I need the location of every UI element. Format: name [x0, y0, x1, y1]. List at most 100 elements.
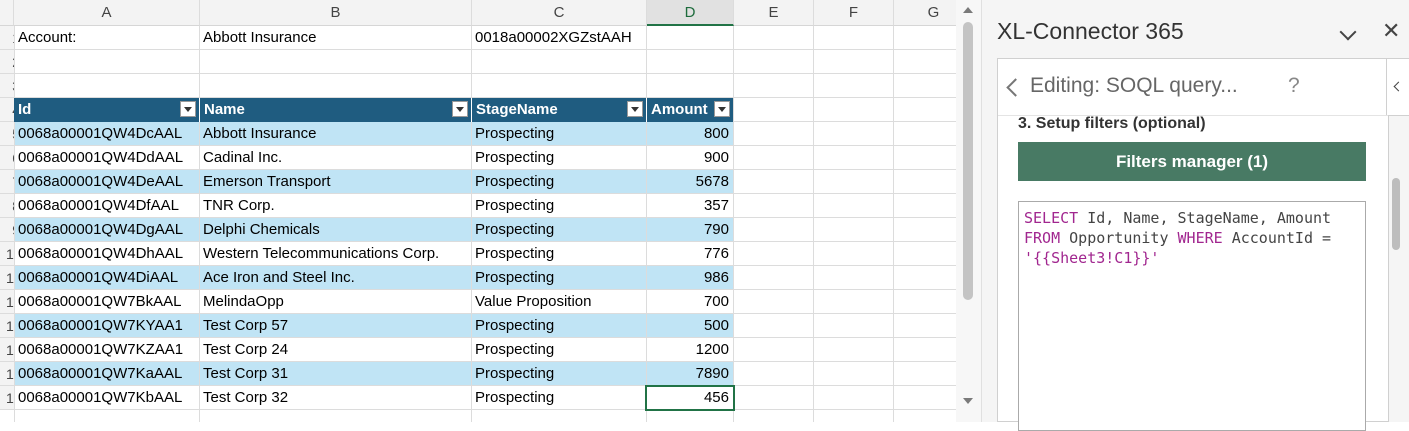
pane-options-chevron-icon[interactable]: [1339, 23, 1357, 41]
cell-amount[interactable]: 1200: [646, 338, 733, 362]
cell-stage[interactable]: Prospecting: [471, 218, 646, 242]
row-header-6[interactable]: 6: [0, 146, 14, 170]
cell-name[interactable]: Cadinal Inc.: [199, 146, 471, 170]
sheet-vertical-scrollbar[interactable]: [956, 0, 981, 422]
row-header-13[interactable]: 13: [0, 314, 14, 338]
cell-stage[interactable]: Prospecting: [471, 194, 646, 218]
spreadsheet-grid[interactable]: A B C D E F G 1 2 3 4 5 6 7 8 9 10 11 12…: [0, 0, 956, 422]
cell-a1-account-label[interactable]: Account:: [14, 26, 199, 50]
column-header-c[interactable]: C: [472, 0, 647, 26]
cell-id[interactable]: 0068a00001QW7KaAAL: [14, 362, 199, 386]
cell-amount[interactable]: 800: [646, 122, 733, 146]
row-header-9[interactable]: 9: [0, 218, 14, 242]
cell-stage[interactable]: Prospecting: [471, 314, 646, 338]
cell-name[interactable]: Test Corp 32: [199, 386, 471, 410]
cell-stage[interactable]: Prospecting: [471, 266, 646, 290]
cell-name[interactable]: Test Corp 31: [199, 362, 471, 386]
row-header-10[interactable]: 10: [0, 242, 14, 266]
row-header-4[interactable]: 4: [0, 98, 14, 122]
row-header-1[interactable]: 1: [0, 26, 14, 50]
table-header-name[interactable]: Name: [199, 98, 471, 122]
cell-id[interactable]: 0068a00001QW7KbAAL: [14, 386, 199, 410]
scrollbar-thumb[interactable]: [963, 22, 973, 300]
table-header-stagename[interactable]: StageName: [471, 98, 646, 122]
cell-name[interactable]: TNR Corp.: [199, 194, 471, 218]
cell-name[interactable]: MelindaOpp: [199, 290, 471, 314]
row-header-3[interactable]: 3: [0, 74, 14, 98]
query-condition: AccountId =: [1222, 229, 1332, 247]
cell-id[interactable]: 0068a00001QW4DhAAL: [14, 242, 199, 266]
cell-amount[interactable]: 5678: [646, 170, 733, 194]
cell-id[interactable]: 0068a00001QW4DdAAL: [14, 146, 199, 170]
row-header-8[interactable]: 8: [0, 194, 14, 218]
cell-stage[interactable]: Prospecting: [471, 170, 646, 194]
row-header-2[interactable]: 2: [0, 50, 14, 74]
cell-name[interactable]: Test Corp 24: [199, 338, 471, 362]
row-header-11[interactable]: 11: [0, 266, 14, 290]
cell-id[interactable]: 0068a00001QW7BkAAL: [14, 290, 199, 314]
column-header-d[interactable]: D: [647, 0, 734, 26]
editing-title: Editing: SOQL query...: [1030, 74, 1238, 97]
cell-amount[interactable]: 500: [646, 314, 733, 338]
cell-b1-account-name[interactable]: Abbott Insurance: [199, 26, 471, 50]
cell-name[interactable]: Delphi Chemicals: [199, 218, 471, 242]
cell-stage[interactable]: Value Proposition: [471, 290, 646, 314]
column-header-b[interactable]: B: [200, 0, 472, 26]
table-header-id[interactable]: Id: [14, 98, 199, 122]
close-icon[interactable]: ✕: [1382, 20, 1400, 42]
column-header-a[interactable]: A: [14, 0, 200, 26]
cell-stage[interactable]: Prospecting: [471, 338, 646, 362]
header-label: Name: [204, 101, 245, 118]
pane-scrollbar-thumb[interactable]: [1392, 178, 1400, 250]
cell-amount[interactable]: 357: [646, 194, 733, 218]
row-header-5[interactable]: 5: [0, 122, 14, 146]
row-header-7[interactable]: 7: [0, 170, 14, 194]
cell-stage[interactable]: Prospecting: [471, 122, 646, 146]
row-header-16[interactable]: 16: [0, 386, 14, 410]
cell-id[interactable]: 0068a00001QW7KZAA1: [14, 338, 199, 362]
cell-name[interactable]: Ace Iron and Steel Inc.: [199, 266, 471, 290]
cell-id[interactable]: 0068a00001QW4DgAAL: [14, 218, 199, 242]
scroll-down-arrow-icon[interactable]: [963, 398, 973, 404]
keyword-where: WHERE: [1177, 229, 1223, 247]
cell-stage[interactable]: Prospecting: [471, 386, 646, 410]
cell-name[interactable]: Emerson Transport: [199, 170, 471, 194]
table-header-amount[interactable]: Amount: [646, 98, 733, 122]
collapse-panel-chevron-icon[interactable]: [1386, 58, 1409, 116]
row-header-12[interactable]: 12: [0, 290, 14, 314]
filter-dropdown-icon[interactable]: [714, 101, 730, 117]
cell-stage[interactable]: Prospecting: [471, 362, 646, 386]
column-header-e[interactable]: E: [734, 0, 814, 26]
cell-id[interactable]: 0068a00001QW4DcAAL: [14, 122, 199, 146]
column-header-corner[interactable]: [0, 0, 14, 26]
cell-name[interactable]: Abbott Insurance: [199, 122, 471, 146]
cell-id[interactable]: 0068a00001QW4DeAAL: [14, 170, 199, 194]
help-icon[interactable]: ?: [1288, 74, 1300, 98]
query-fields: Id, Name, StageName, Amount: [1078, 209, 1332, 227]
column-header-f[interactable]: F: [814, 0, 894, 26]
cell-amount[interactable]: 900: [646, 146, 733, 170]
scroll-up-arrow-icon[interactable]: [963, 7, 973, 13]
cell-amount[interactable]: 7890: [646, 362, 733, 386]
filters-manager-button[interactable]: Filters manager (1): [1018, 142, 1366, 181]
filter-dropdown-icon[interactable]: [452, 101, 468, 117]
soql-query-editor[interactable]: SELECT Id, Name, StageName, Amount FROM …: [1018, 201, 1366, 431]
cell-stage[interactable]: Prospecting: [471, 242, 646, 266]
row-header-14[interactable]: 14: [0, 338, 14, 362]
cell-c1-account-id[interactable]: 0018a00002XGZstAAH: [471, 26, 646, 50]
cell-name[interactable]: Test Corp 57: [199, 314, 471, 338]
cell-amount[interactable]: 776: [646, 242, 733, 266]
column-header-g[interactable]: G: [894, 0, 956, 26]
cell-amount[interactable]: 700: [646, 290, 733, 314]
row-header-15[interactable]: 15: [0, 362, 14, 386]
filter-dropdown-icon[interactable]: [627, 101, 643, 117]
cell-name[interactable]: Western Telecommunications Corp.: [199, 242, 471, 266]
cell-stage[interactable]: Prospecting: [471, 146, 646, 170]
cell-id[interactable]: 0068a00001QW4DfAAL: [14, 194, 199, 218]
cell-id[interactable]: 0068a00001QW7KYAA1: [14, 314, 199, 338]
cell-id[interactable]: 0068a00001QW4DiAAL: [14, 266, 199, 290]
row-number: 10: [6, 246, 14, 262]
cell-amount[interactable]: 986: [646, 266, 733, 290]
filter-dropdown-icon[interactable]: [180, 101, 196, 117]
cell-amount[interactable]: 790: [646, 218, 733, 242]
